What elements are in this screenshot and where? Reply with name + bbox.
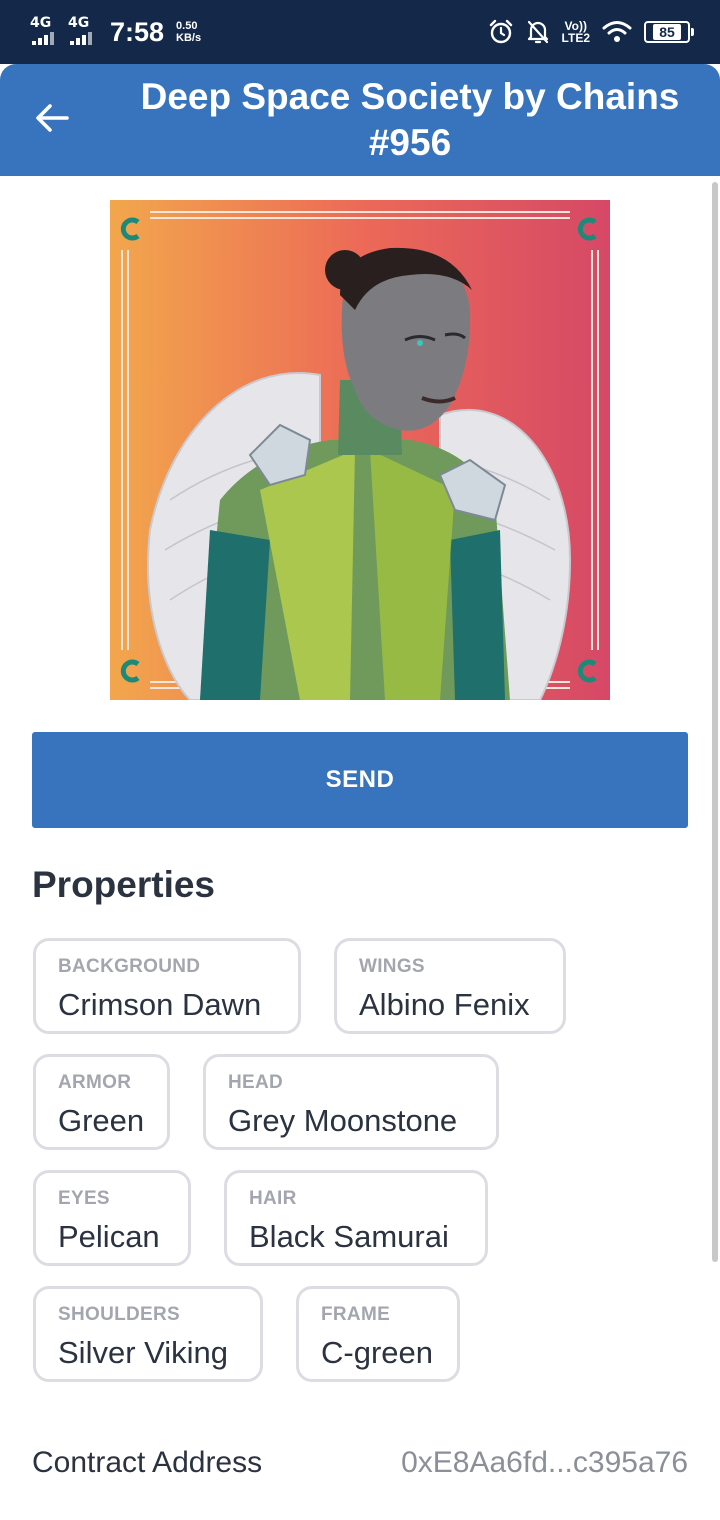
speed-value: 0.50: [176, 20, 198, 32]
property-chip-hair[interactable]: HAIR Black Samurai: [224, 1170, 488, 1266]
contract-address-value[interactable]: 0xE8Aa6fd...c395a76: [401, 1446, 688, 1480]
page-title: Deep Space Society by Chains #956: [140, 76, 680, 163]
property-chip-head[interactable]: HEAD Grey Moonstone: [203, 1054, 499, 1150]
property-value: Silver Viking: [58, 1335, 229, 1370]
property-chip-eyes[interactable]: EYES Pelican: [33, 1170, 191, 1266]
property-chip-shoulders[interactable]: SHOULDERS Silver Viking: [33, 1286, 263, 1382]
status-bar: 4G 4G 7:58 0.50 KB/s Vo)) LTE2 85: [0, 0, 720, 64]
network-speed: 0.50 KB/s: [176, 20, 201, 44]
property-key: ARMOR: [58, 1072, 132, 1093]
property-value: Pelican: [58, 1219, 160, 1254]
property-key: HEAD: [228, 1072, 284, 1093]
speed-unit: KB/s: [176, 32, 202, 44]
clock: 7:58: [110, 16, 165, 47]
property-key: FRAME: [321, 1304, 391, 1325]
nft-image: [110, 200, 610, 700]
property-key: SHOULDERS: [58, 1304, 180, 1325]
property-chip-background[interactable]: BACKGROUND Crimson Dawn: [33, 938, 301, 1034]
battery-level: 85: [653, 24, 681, 40]
network-type-1: 4G: [30, 15, 52, 31]
property-value: Grey Moonstone: [228, 1103, 458, 1138]
property-key: HAIR: [249, 1188, 297, 1209]
scrollbar[interactable]: [712, 182, 718, 1262]
wifi-icon: [602, 21, 632, 42]
cellular-signal-icon-2: 4G: [68, 15, 98, 47]
app-header: Deep Space Society by Chains #956: [0, 64, 720, 176]
property-key: WINGS: [359, 956, 425, 977]
volte-bottom: LTE2: [561, 31, 590, 45]
properties-title: Properties: [32, 864, 216, 905]
arrow-left-icon: [36, 104, 69, 132]
contract-address-label: Contract Address: [32, 1446, 263, 1479]
send-button[interactable]: SEND: [32, 732, 688, 828]
property-chip-armor[interactable]: ARMOR Green: [33, 1054, 170, 1150]
cellular-signal-icon: 4G: [30, 15, 60, 47]
notifications-off-icon: [527, 20, 548, 44]
status-left: 4G 4G 7:58 0.50 KB/s: [30, 14, 201, 50]
property-key: BACKGROUND: [58, 956, 201, 977]
property-value: Crimson Dawn: [58, 987, 262, 1022]
status-right: Vo)) LTE2 85: [488, 16, 694, 48]
back-button[interactable]: [30, 96, 74, 140]
property-key: EYES: [58, 1188, 110, 1209]
property-value: Green: [58, 1103, 145, 1138]
volte-indicator: Vo)) LTE2: [562, 20, 590, 44]
property-value: C-green: [321, 1335, 433, 1370]
alarm-icon: [489, 19, 512, 44]
property-value: Black Samurai: [249, 1219, 449, 1254]
property-value: Albino Fenix: [359, 987, 530, 1022]
property-chip-wings[interactable]: WINGS Albino Fenix: [334, 938, 566, 1034]
property-chip-frame[interactable]: FRAME C-green: [296, 1286, 460, 1382]
network-type-2: 4G: [68, 15, 90, 31]
battery-icon: 85: [644, 21, 694, 43]
